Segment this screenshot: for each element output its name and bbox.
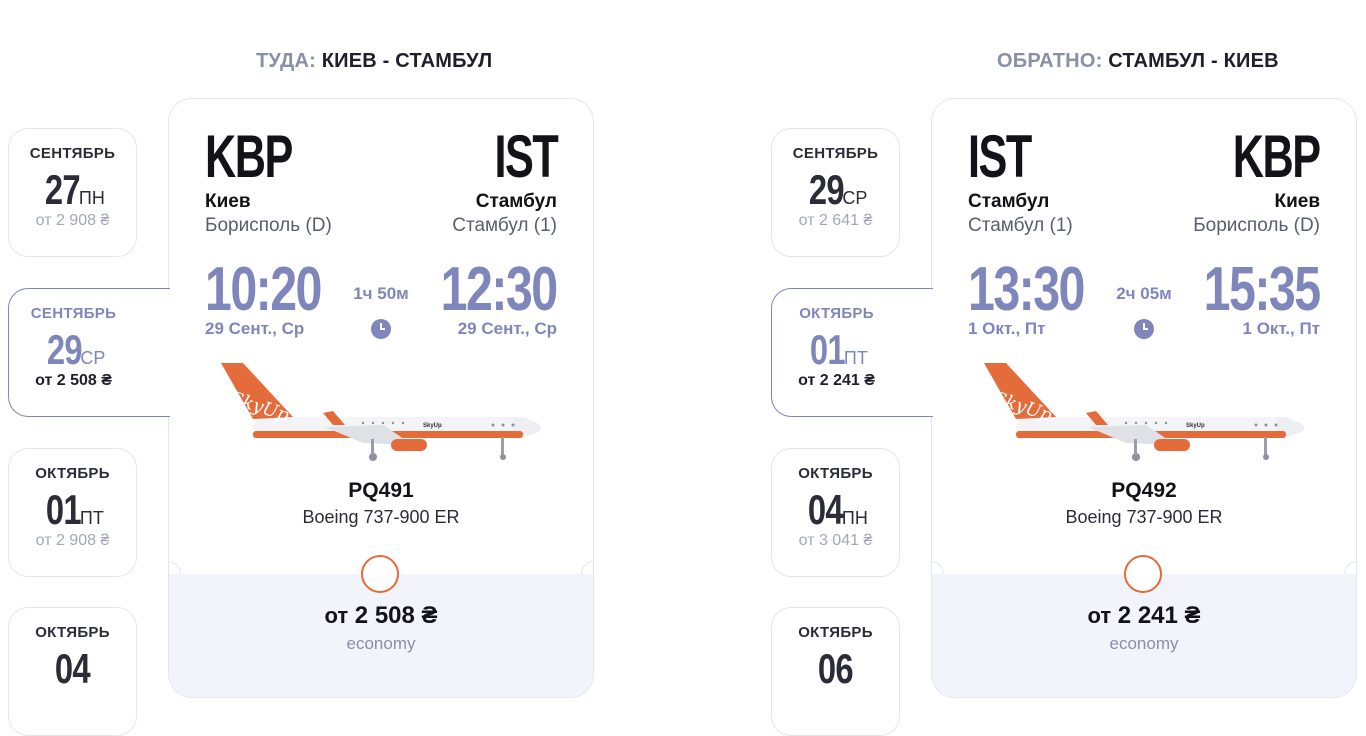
- departure-city: Стамбул: [968, 191, 1050, 212]
- date-option[interactable]: ОКТЯБРЬ 04: [8, 607, 137, 736]
- departure-airport: Стамбул (1): [968, 215, 1073, 236]
- fare-price: от 2 241 ₴: [1087, 602, 1201, 629]
- departure-airport-code: IST: [968, 123, 1032, 190]
- flight-number: PQ492: [1111, 479, 1177, 502]
- arrival-airport-code: IST: [494, 123, 558, 190]
- date-option[interactable]: СЕНТЯБРЬ 27 ПН от 2 908 ₴: [8, 128, 137, 257]
- flight-number: PQ491: [348, 479, 414, 502]
- svg-text:SkyUp: SkyUp: [423, 423, 442, 429]
- outbound-title: ТУДА: КИЕВ - СТАМБУЛ: [256, 50, 493, 72]
- departure-date: 29 Сент., Ср: [205, 319, 305, 338]
- arrival-city: Стамбул: [475, 191, 557, 212]
- arrival-airport-code: KBP: [1233, 123, 1321, 190]
- airplane-image: SkyUp SkyUp: [984, 363, 1305, 461]
- return-title: ОБРАТНО: СТАМБУЛ - КИЕВ: [997, 50, 1279, 72]
- fare-select-radio[interactable]: [1124, 555, 1162, 593]
- fare-class: economy: [1109, 634, 1179, 653]
- date-option[interactable]: СЕНТЯБРЬ 29 СР от 2 641 ₴: [771, 128, 900, 257]
- arrival-airport: Стамбул (1): [452, 215, 557, 236]
- aircraft-type: Boeing 737-900 ER: [1065, 507, 1223, 527]
- departure-airport-code: KBP: [205, 123, 293, 190]
- fare-price: от 2 508 ₴: [324, 602, 438, 629]
- airplane-image: SkyUp SkyUp: [221, 363, 542, 461]
- fare-class: economy: [346, 634, 416, 653]
- departure-date: 1 Окт., Пт: [968, 319, 1046, 338]
- svg-text:SkyUp: SkyUp: [1186, 423, 1205, 429]
- clock-icon: [1134, 319, 1154, 339]
- date-option[interactable]: ОКТЯБРЬ 01 ПТ от 2 908 ₴: [8, 448, 137, 577]
- arrival-city: Киев: [1274, 191, 1320, 212]
- flight-duration: 2ч 05м: [1116, 284, 1172, 303]
- departure-airport: Борисполь (D): [205, 215, 332, 236]
- date-option-selected[interactable]: ОКТЯБРЬ 01 ПТ от 2 241 ₴: [771, 288, 933, 417]
- date-option-selected[interactable]: СЕНТЯБРЬ 29 СР от 2 508 ₴: [8, 288, 170, 417]
- flight-card[interactable]: KBP IST Киев Стамбул Борисполь (D) Стамб…: [168, 98, 594, 698]
- date-option[interactable]: ОКТЯБРЬ 04 ПН от 3 041 ₴: [771, 448, 900, 577]
- outbound-section: ТУДА: КИЕВ - СТАМБУЛ СЕНТЯБРЬ 27 ПН от 2 …: [0, 0, 683, 736]
- aircraft-type: Boeing 737-900 ER: [302, 507, 460, 527]
- fare-select-radio[interactable]: [361, 555, 399, 593]
- arrival-date: 29 Сент., Ср: [457, 319, 557, 338]
- date-option[interactable]: ОКТЯБРЬ 06: [771, 607, 900, 736]
- departure-city: Киев: [205, 191, 251, 212]
- arrival-date: 1 Окт., Пт: [1242, 319, 1320, 338]
- return-section: ОБРАТНО: СТАМБУЛ - КИЕВ СЕНТЯБРЬ 29 СР от…: [763, 0, 1366, 736]
- flight-duration: 1ч 50м: [353, 284, 409, 303]
- flight-card[interactable]: IST KBP Стамбул Киев Стамбул (1) Бориспо…: [931, 98, 1357, 698]
- arrival-airport: Борисполь (D): [1193, 215, 1320, 236]
- clock-icon: [371, 319, 391, 339]
